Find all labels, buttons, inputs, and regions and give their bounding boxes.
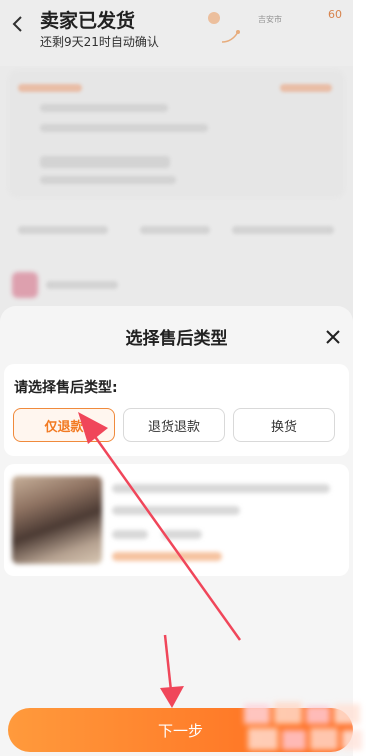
- close-button[interactable]: [322, 326, 344, 348]
- option-return-refund[interactable]: 退货退款: [123, 408, 225, 442]
- product-card: [4, 464, 349, 576]
- blurred-price: [112, 530, 148, 539]
- blurred-product-title: [112, 484, 330, 493]
- blurred-product-spec: [112, 506, 240, 515]
- sheet-title: 选择售后类型: [125, 329, 228, 349]
- after-sale-type-label: 请选择售后类型:: [14, 380, 118, 396]
- option-refund-only[interactable]: 仅退款: [13, 408, 115, 442]
- close-icon: [326, 330, 340, 344]
- blurred-price: [162, 530, 202, 539]
- after-sale-type-card: 请选择售后类型: 仅退款 退货退款 换货: [4, 364, 349, 456]
- blurred-tag: [112, 552, 222, 561]
- product-thumbnail: [12, 476, 102, 564]
- option-exchange[interactable]: 换货: [233, 408, 335, 442]
- after-sale-type-sheet: 选择售后类型 请选择售后类型: 仅退款 退货退款 换货: [0, 306, 353, 756]
- right-edge: [353, 0, 366, 756]
- watermark: [244, 702, 362, 750]
